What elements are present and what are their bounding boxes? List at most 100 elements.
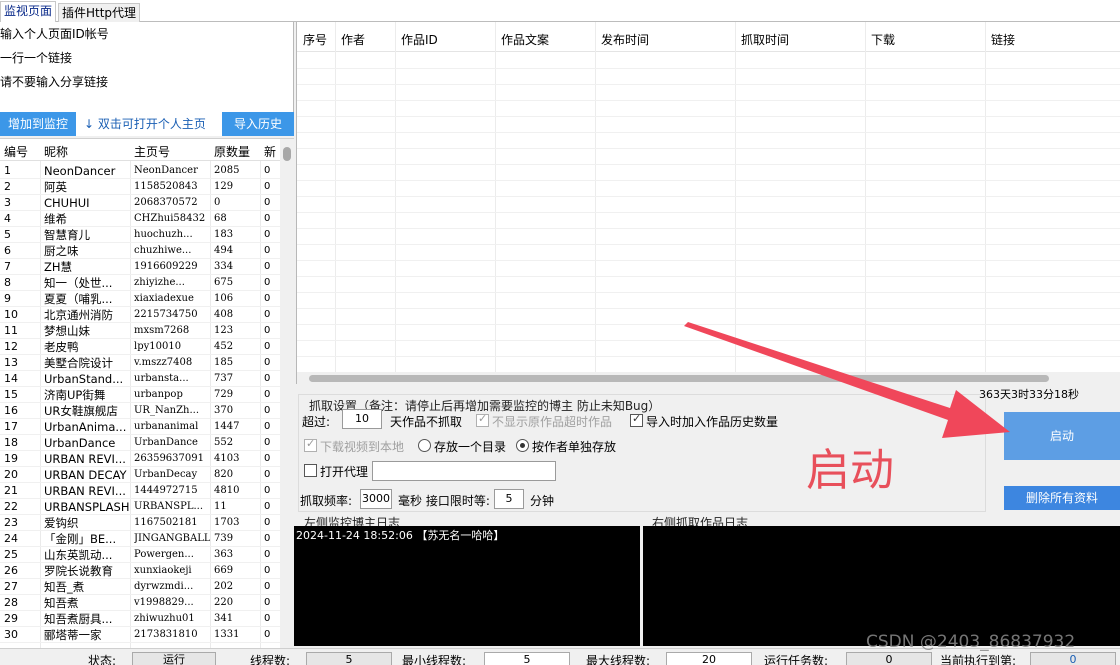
table-cell: UrbanStand...: [44, 372, 124, 386]
frequency-input[interactable]: 3000: [360, 489, 392, 509]
table-cell: 0: [264, 517, 271, 528]
right-log-box[interactable]: [643, 526, 1120, 646]
table-row[interactable]: 16 UR女鞋旗舰店 UR_NanZh... 370 0: [0, 403, 280, 419]
table-cell: 5: [4, 228, 11, 241]
table-cell: 28: [4, 596, 18, 609]
table-cell: 13: [4, 356, 18, 369]
table-row[interactable]: 11 梦想山妹 mxsm7268 123 0: [0, 323, 280, 339]
table-cell: 老皮鸭: [44, 340, 79, 354]
table-row[interactable]: 10 北京通州消防 2215734750 408 0: [0, 307, 280, 323]
left-log-box[interactable]: 2024-11-24 18:52:06 【苏无名一哈哈】: [294, 526, 640, 646]
hide-original-checkbox[interactable]: [476, 412, 489, 427]
monitor-table[interactable]: 编号 昵称 主页号 原数量 新 1 NeonDancer NeonDancer 208…: [0, 138, 294, 648]
table-cell: 1447: [214, 421, 240, 432]
tasks-value: 0: [846, 652, 932, 665]
table-row[interactable]: 7 ZH慧 1916609229 334 0: [0, 259, 280, 275]
column-header[interactable]: 昵称: [44, 143, 68, 160]
table-row[interactable]: 18 UrbanDance UrbanDance 552 0: [0, 435, 280, 451]
table-cell: 厨之味: [44, 244, 79, 258]
proxy-input[interactable]: [372, 461, 556, 481]
column-header[interactable]: 主页号: [134, 143, 170, 160]
column-header[interactable]: 作品ID: [401, 31, 438, 48]
per-author-radio[interactable]: [516, 439, 529, 452]
table-cell: 2068370572: [134, 197, 198, 208]
column-header[interactable]: 新: [264, 143, 276, 160]
table-row[interactable]: 22 URBANSPLASHc URBANSPL... 11 0: [0, 499, 280, 515]
table-cell: 3: [4, 196, 11, 209]
table-cell: 阿英: [44, 180, 67, 194]
table-row[interactable]: 21 URBAN REVI... 1444972715 4810 0: [0, 483, 280, 499]
table-row[interactable]: 1 NeonDancer NeonDancer 2085 0: [0, 163, 280, 179]
table-row[interactable]: 20 URBAN DECAY UrbanDecay 820 0: [0, 467, 280, 483]
table-row[interactable]: 6 厨之味 chuzhiwe... 494 0: [0, 243, 280, 259]
table-cell: 341: [214, 613, 234, 624]
table-row[interactable]: 19 URBAN REVI... 26359637091 4103 0: [0, 451, 280, 467]
import-history-button[interactable]: 导入历史: [222, 112, 294, 136]
table-cell: urbanpop: [134, 389, 183, 400]
table-cell: 0: [264, 629, 271, 640]
table-cell: 济南UP街舞: [44, 388, 106, 402]
tab-http-proxy[interactable]: 插件Http代理: [58, 3, 141, 23]
table-row[interactable]: 12 老皮鸭 lpy10010 452 0: [0, 339, 280, 355]
column-header[interactable]: 原数量: [214, 143, 250, 160]
column-header[interactable]: 作品文案: [501, 31, 549, 48]
column-header[interactable]: 抓取时间: [741, 31, 789, 48]
column-header[interactable]: 编号: [4, 143, 28, 160]
column-header[interactable]: 作者: [341, 31, 365, 48]
min-threads-input[interactable]: 5: [484, 652, 570, 665]
table-row[interactable]: 3 CHUHUI 2068370572 0 0: [0, 195, 280, 211]
table-row[interactable]: 14 UrbanStand... urbansta... 737 0: [0, 371, 280, 387]
proxy-checkbox[interactable]: [304, 464, 317, 477]
column-header[interactable]: 序号: [303, 31, 327, 48]
account-input-area[interactable]: 输入个人页面ID帐号 一行一个链接 请不要输入分享链接: [0, 22, 294, 112]
table-cell: UR_NanZh...: [134, 405, 200, 416]
vertical-scrollbar[interactable]: [280, 139, 294, 648]
table-row[interactable]: 2 阿英 1158520843 129 0: [0, 179, 280, 195]
same-dir-label: 存放一个目录: [434, 440, 507, 454]
column-header[interactable]: 发布时间: [601, 31, 649, 48]
table-row[interactable]: 15 济南UP街舞 urbanpop 729 0: [0, 387, 280, 403]
table-cell: 2: [4, 180, 11, 193]
table-row[interactable]: 8 知一（处世... zhiyizhe... 675 0: [0, 275, 280, 291]
table-cell: 820: [214, 469, 234, 480]
table-cell: 2085: [214, 165, 240, 176]
same-dir-radio[interactable]: [418, 439, 431, 452]
delete-all-button[interactable]: 删除所有资料: [1004, 486, 1120, 510]
table-cell: 18: [4, 436, 18, 449]
table-cell: 0: [264, 533, 271, 544]
download-local-checkbox[interactable]: [304, 437, 317, 452]
table-row[interactable]: 27 知吾_煮 dyrwzmdi... 202 0: [0, 579, 280, 595]
table-cell: urbansta...: [134, 373, 189, 384]
table-cell: 知吾_煮: [44, 580, 85, 594]
table-cell: UrbanDecay: [134, 469, 198, 480]
table-row[interactable]: 29 知吾煮厨具... zhiwuzhu01 341 0: [0, 611, 280, 627]
table-row[interactable]: 13 美墅合院设计 v.mszz7408 185 0: [0, 355, 280, 371]
table-row[interactable]: 28 知吾煮 v1998829... 220 0: [0, 595, 280, 611]
column-header[interactable]: 下载: [871, 31, 895, 48]
table-cell: 梦想山妹: [44, 324, 90, 338]
table-row[interactable]: 30 郦塔蒂一家 2173831810 1331 0: [0, 627, 280, 643]
table-cell: URBAN REVI...: [44, 452, 126, 466]
import-history-checkbox[interactable]: [630, 412, 643, 427]
table-cell: 408: [214, 309, 234, 320]
table-cell: 郦塔蒂一家: [44, 628, 102, 642]
table-header: 编号 昵称 主页号 原数量 新: [0, 139, 280, 161]
tab-monitor[interactable]: 监视页面: [0, 1, 57, 22]
add-monitor-button[interactable]: 增加到监控: [0, 112, 76, 136]
table-row[interactable]: 24 「金刚」BE... JINGANGBALL 739 0: [0, 531, 280, 547]
table-row[interactable]: 26 罗院长说教育 xunxiaokeji 669 0: [0, 563, 280, 579]
table-row[interactable]: 25 山东英凯动... Powergen... 363 0: [0, 547, 280, 563]
start-button[interactable]: 启动: [1004, 412, 1120, 460]
table-row[interactable]: 4 维希 CHZhui58432 68 0: [0, 211, 280, 227]
table-cell: 8: [4, 276, 11, 289]
table-row[interactable]: 23 爱钩织 1167502181 1703 0: [0, 515, 280, 531]
max-threads-input[interactable]: 20: [666, 652, 752, 665]
scroll-thumb[interactable]: [283, 147, 291, 161]
column-header[interactable]: 链接: [991, 31, 1015, 48]
table-row[interactable]: 9 夏夏（哺乳... xiaxiadexue 106 0: [0, 291, 280, 307]
log-entry: 2024-11-24 18:52:06 【苏无名一哈哈】: [296, 529, 505, 542]
table-row[interactable]: 17 UrbanAnima... urbananimal 1447 0: [0, 419, 280, 435]
table-row[interactable]: 5 智慧育儿 huochuzh... 183 0: [0, 227, 280, 243]
wait-input[interactable]: 5: [494, 489, 524, 509]
days-input[interactable]: 10: [342, 409, 382, 429]
